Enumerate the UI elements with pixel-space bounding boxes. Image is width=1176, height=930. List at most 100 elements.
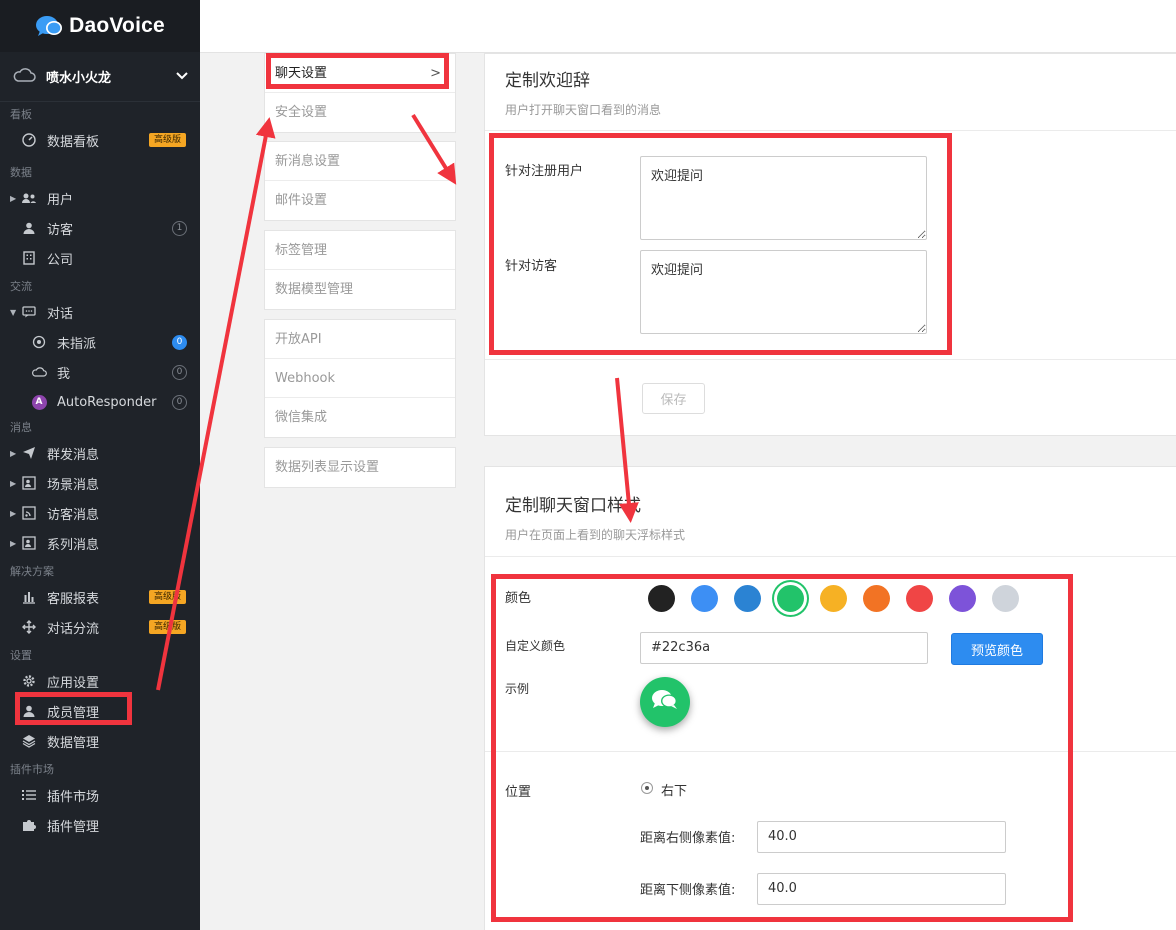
caret-right-icon: ▶ — [10, 448, 17, 458]
sidebar-item-visitors[interactable]: 访客 1 — [0, 213, 200, 243]
sidebar-item-label: 成员管理 — [47, 705, 100, 721]
sidebar-item-conversations[interactable]: ▼ 对话 — [0, 297, 200, 327]
sidebar-item-plugin-market[interactable]: 插件市场 — [0, 780, 200, 810]
sidebar-item-label: 访客 — [47, 222, 74, 238]
bottom-offset-input[interactable]: 40.0 — [757, 873, 1006, 905]
divider — [485, 751, 1176, 752]
menu-item-email-settings[interactable]: 邮件设置 — [265, 181, 455, 220]
sidebar-item-label: 系列消息 — [47, 537, 100, 553]
sidebar-item-company[interactable]: 公司 — [0, 243, 200, 273]
welcome-title: 定制欢迎辞 — [505, 71, 590, 91]
sidebar-item-label: 数据看板 — [47, 134, 100, 150]
color-swatch[interactable] — [992, 585, 1019, 612]
sidebar-item-app-settings[interactable]: 应用设置 — [0, 666, 200, 696]
sidebar-item-report[interactable]: 客服报表 高级版 — [0, 582, 200, 612]
registered-user-welcome-textarea[interactable] — [640, 156, 927, 240]
sidebar-item-broadcast[interactable]: ▶ 群发消息 — [0, 438, 200, 468]
sidebar-item-label: 数据管理 — [47, 735, 100, 751]
color-label: 颜色 — [505, 591, 532, 606]
visitors-count: 1 — [172, 220, 187, 236]
chat-style-subtitle: 用户在页面上看到的聊天浮标样式 — [505, 528, 686, 542]
sidebar-item-dashboard[interactable]: 数据看板 高级版 — [0, 125, 200, 155]
sidebar-item-label: 客服报表 — [47, 591, 100, 607]
section-label-data: 数据 — [10, 166, 32, 179]
bottom-offset-label: 距离下侧像素值: — [640, 883, 736, 898]
save-button[interactable]: 保存 — [642, 383, 705, 414]
divider — [485, 359, 1176, 360]
welcome-panel-header: 定制欢迎辞 用户打开聊天窗口看到的消息 — [485, 54, 1176, 131]
color-swatch[interactable] — [906, 585, 933, 612]
sidebar-item-label: 应用设置 — [47, 675, 100, 691]
scene-icon — [20, 476, 38, 490]
sidebar-item-routing[interactable]: 对话分流 高级版 — [0, 612, 200, 642]
conversation-icon — [20, 306, 38, 318]
layers-icon — [20, 734, 38, 748]
welcome-subtitle: 用户打开聊天窗口看到的消息 — [505, 103, 662, 117]
building-icon — [20, 251, 38, 265]
sidebar-item-scene[interactable]: ▶ 场景消息 — [0, 468, 200, 498]
welcome-panel: 定制欢迎辞 用户打开聊天窗口看到的消息 针对注册用户 针对访客 保存 — [484, 53, 1176, 436]
right-offset-input[interactable]: 40.0 — [757, 821, 1006, 853]
sidebar-item-unassigned[interactable]: 未指派 0 — [0, 327, 200, 357]
menu-item-open-api[interactable]: 开放API — [265, 320, 455, 359]
sidebar-item-plugin-management[interactable]: 插件管理 — [0, 810, 200, 840]
chevron-down-icon — [176, 69, 188, 84]
settings-menu-group-2: 新消息设置 邮件设置 — [264, 141, 456, 221]
settings-menu-group-5: 数据列表显示设置 — [264, 447, 456, 488]
sidebar-item-me[interactable]: 我 0 — [0, 357, 200, 387]
color-swatch[interactable] — [863, 585, 890, 612]
sidebar-item-visitor-message[interactable]: ▶ 访客消息 — [0, 498, 200, 528]
sidebar-item-data-management[interactable]: 数据管理 — [0, 726, 200, 756]
pro-badge: 高级版 — [148, 590, 186, 604]
caret-down-icon: ▼ — [10, 307, 17, 317]
registered-user-label: 针对注册用户 — [505, 164, 584, 179]
caret-right-icon: ▶ — [10, 538, 17, 548]
color-swatch[interactable] — [777, 585, 804, 612]
menu-item-tag-management[interactable]: 标签管理 — [265, 231, 455, 270]
chat-bubble-logo-icon — [35, 15, 63, 37]
menu-item-security-settings[interactable]: 安全设置 — [265, 93, 455, 132]
example-chat-launcher — [640, 677, 690, 727]
sidebar-item-label: 对话 — [47, 306, 74, 322]
sidebar-item-label: AutoResponder — [57, 394, 157, 410]
menu-item-new-message-settings[interactable]: 新消息设置 — [265, 142, 455, 181]
menu-item-list-display-settings[interactable]: 数据列表显示设置 — [265, 448, 455, 487]
team-switcher[interactable]: 喷水小火龙 — [0, 52, 200, 102]
sidebar-item-series[interactable]: ▶ 系列消息 — [0, 528, 200, 558]
menu-item-data-model-management[interactable]: 数据模型管理 — [265, 270, 455, 309]
sidebar-item-users[interactable]: ▶ 用户 — [0, 183, 200, 213]
visitor-icon — [20, 222, 38, 234]
color-swatch[interactable] — [949, 585, 976, 612]
menu-item-label: 聊天设置 — [275, 66, 328, 81]
chat-bubbles-icon — [650, 688, 680, 716]
sidebar-item-autoresponder[interactable]: A AutoResponder 0 — [0, 387, 200, 417]
chat-style-panel: 定制聊天窗口样式 用户在页面上看到的聊天浮标样式 颜色 自定义颜色 #22c36… — [484, 466, 1176, 930]
visitor-welcome-textarea[interactable] — [640, 250, 927, 334]
pro-badge: 高级版 — [148, 133, 186, 147]
me-count: 0 — [172, 364, 187, 380]
menu-item-webhook[interactable]: Webhook — [265, 359, 455, 398]
color-swatch[interactable] — [734, 585, 761, 612]
color-swatch[interactable] — [648, 585, 675, 612]
preview-color-button[interactable]: 预览颜色 — [951, 633, 1043, 665]
sidebar-item-members[interactable]: 成员管理 — [0, 696, 200, 726]
section-label-comm: 交流 — [10, 280, 32, 293]
menu-item-wechat-integration[interactable]: 微信集成 — [265, 398, 455, 437]
rss-icon — [20, 506, 38, 520]
custom-color-input[interactable]: #22c36a — [640, 632, 928, 664]
position-radio-bottom-right[interactable] — [641, 782, 653, 794]
color-swatch[interactable] — [820, 585, 847, 612]
sidebar-item-label: 我 — [57, 366, 71, 382]
target-icon — [30, 335, 48, 349]
caret-right-icon: ▶ — [10, 478, 17, 488]
brand-logo[interactable]: DaoVoice — [0, 0, 200, 52]
visitor-label: 针对访客 — [505, 259, 558, 274]
settings-menu-group-3: 标签管理 数据模型管理 — [264, 230, 456, 310]
section-label-solution: 解决方案 — [10, 565, 54, 578]
color-swatch[interactable] — [691, 585, 718, 612]
menu-item-chat-settings[interactable]: 聊天设置 > — [265, 54, 455, 93]
section-label-kanban: 看板 — [10, 108, 32, 121]
settings-menu-group-1: 聊天设置 > 安全设置 — [264, 53, 456, 133]
bar-chart-icon — [20, 590, 38, 604]
sidebar-item-label: 访客消息 — [47, 507, 100, 523]
